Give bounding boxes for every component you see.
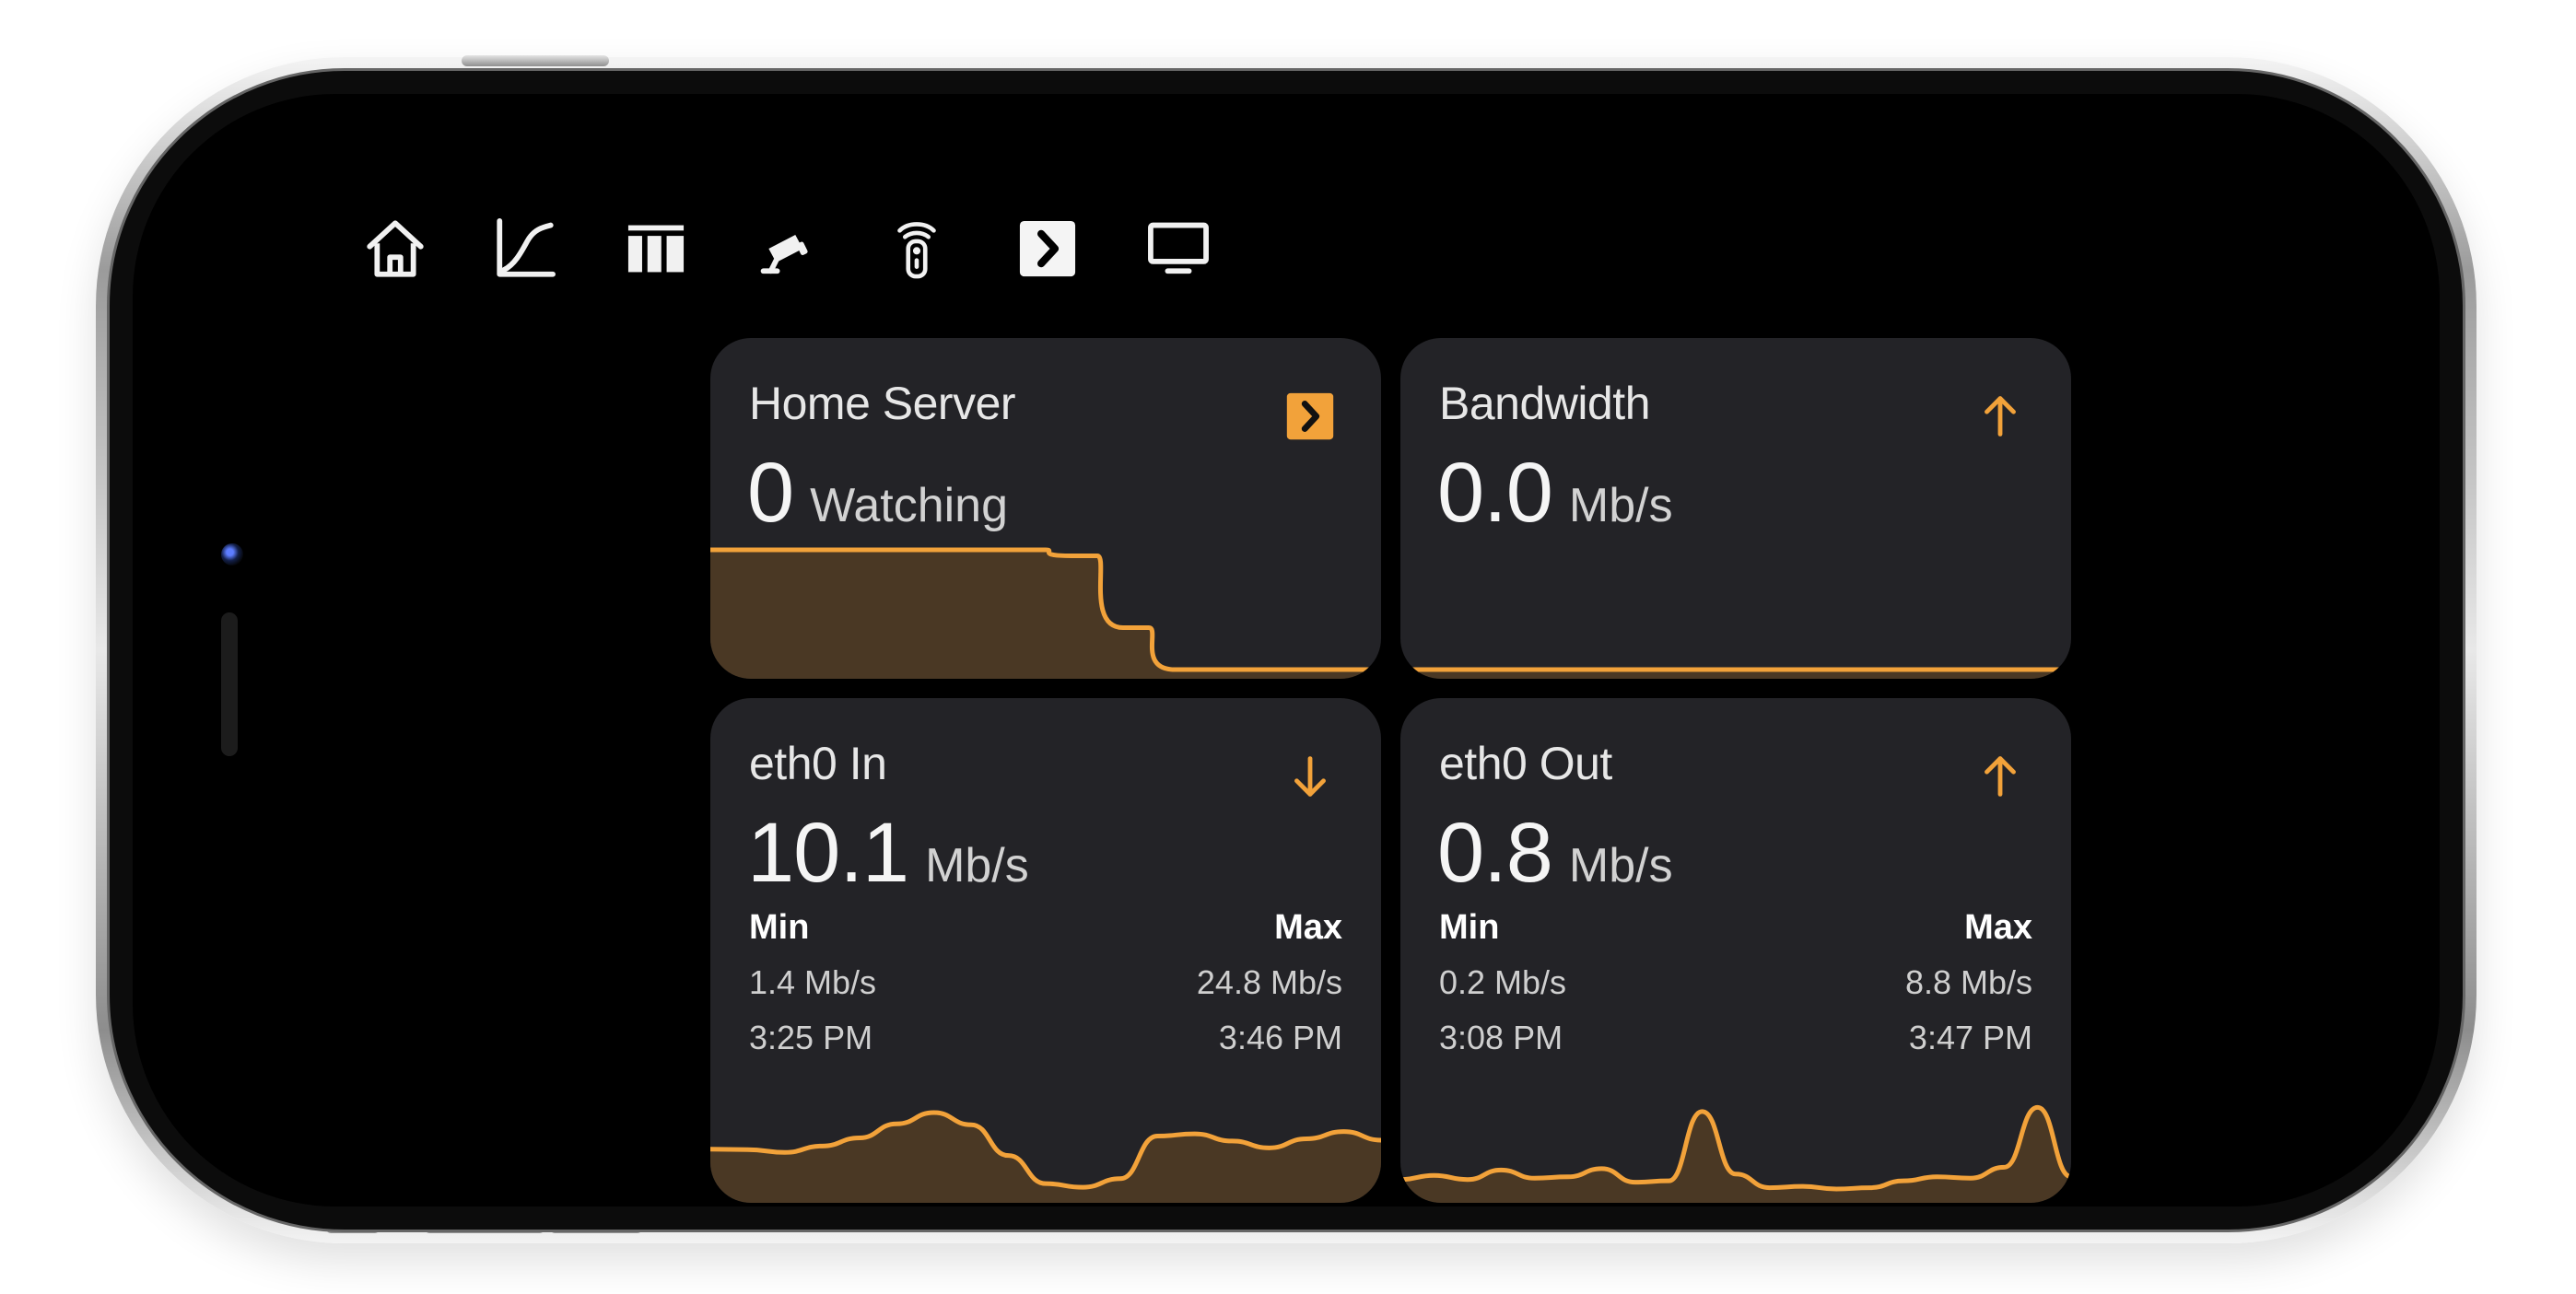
eth0-in-stats: Min Max 1.4 Mb/s 24.8 Mb/s 3:25 PM 3:46 … [749,908,1342,1063]
plex-icon [1019,220,1076,277]
nav-plex[interactable] [996,197,1099,300]
power-button [462,55,609,66]
arrow-down-icon [1282,748,1339,805]
eth0-in-chart-svg [710,1110,1381,1203]
card-unit: Mb/s [1568,479,1673,532]
max-time: 3:46 PM [1218,1019,1342,1056]
home-icon [367,220,424,277]
min-value: 0.2 Mb/s [1439,963,1567,1001]
card-eth0-in[interactable]: eth0 In 10.1 Mb/s Min Max 1.4 Mb/s 24.8 … [710,698,1381,1203]
chart-in-area [710,1112,1381,1203]
eth0-out-chart [1400,1065,2071,1203]
card-title: eth0 Out [1439,738,1612,789]
card-bandwidth[interactable]: Bandwidth 0.0 Mb/s [1400,338,2071,679]
card-value-row: 0 Watching [747,449,1008,537]
card-value: 10.1 [747,806,909,900]
home-server-chart-svg [710,547,1381,679]
arrow-up-icon [1972,748,2029,805]
eth0-out-chart-svg [1400,1104,2071,1203]
max-label: Max [1964,908,2032,947]
plex-badge-icon [1282,388,1339,445]
chart-icon [497,218,556,277]
card-title: Home Server [749,378,1016,429]
min-label: Min [1439,908,1500,947]
card-title: eth0 In [749,738,887,789]
nav-graphs[interactable] [474,197,577,300]
nav-columns[interactable] [604,197,708,300]
nav-remote[interactable] [865,197,968,300]
camera-lens [221,543,243,565]
card-value-row: 0.8 Mb/s [1437,809,1673,897]
arrow-up-icon [1972,388,2029,445]
card-value-row: 10.1 Mb/s [747,809,1029,897]
card-home-server[interactable]: Home Server 0 Watching [710,338,1381,679]
eth0-in-chart [710,1065,1381,1203]
camera-icon [760,234,808,274]
top-navigation [344,197,1315,359]
bandwidth-chart-svg [1400,667,2071,679]
phone-frame: Home Server 0 Watching Bandwidth 0.0 Mb/… [96,55,2476,1243]
card-value: 0 [747,446,794,540]
nav-tv[interactable] [1127,197,1230,300]
min-time: 3:25 PM [749,1019,873,1056]
card-unit: Mb/s [1568,839,1673,892]
max-value: 24.8 Mb/s [1196,963,1342,1001]
card-unit: Mb/s [925,839,1029,892]
nav-home[interactable] [344,197,447,300]
remote-icon [897,222,936,279]
bandwidth-chart [1400,541,2071,679]
card-title: Bandwidth [1439,378,1651,429]
phone-screen: Home Server 0 Watching Bandwidth 0.0 Mb/… [133,94,2440,1207]
card-value: 0.8 [1437,806,1553,900]
min-value: 1.4 Mb/s [749,963,877,1001]
card-eth0-out[interactable]: eth0 Out 0.8 Mb/s Min Max 0.2 Mb/s 8.8 M… [1400,698,2071,1203]
tv-icon [1148,222,1209,274]
card-value: 0.0 [1437,446,1553,540]
columns-icon [627,225,685,273]
chart-home-area [710,550,1381,679]
card-unit: Watching [810,479,1009,532]
max-time: 3:47 PM [1908,1019,2032,1056]
min-time: 3:08 PM [1439,1019,1563,1056]
nav-cameras[interactable] [735,197,838,300]
home-server-chart [710,541,1381,679]
min-label: Min [749,908,810,947]
speaker-grille [221,612,238,756]
max-value: 8.8 Mb/s [1904,963,2032,1001]
chart-out-area [1400,1107,2071,1203]
eth0-out-stats: Min Max 0.2 Mb/s 8.8 Mb/s 3:08 PM 3:47 P… [1439,908,2032,1063]
max-label: Max [1274,908,1342,947]
card-value-row: 0.0 Mb/s [1437,449,1673,537]
